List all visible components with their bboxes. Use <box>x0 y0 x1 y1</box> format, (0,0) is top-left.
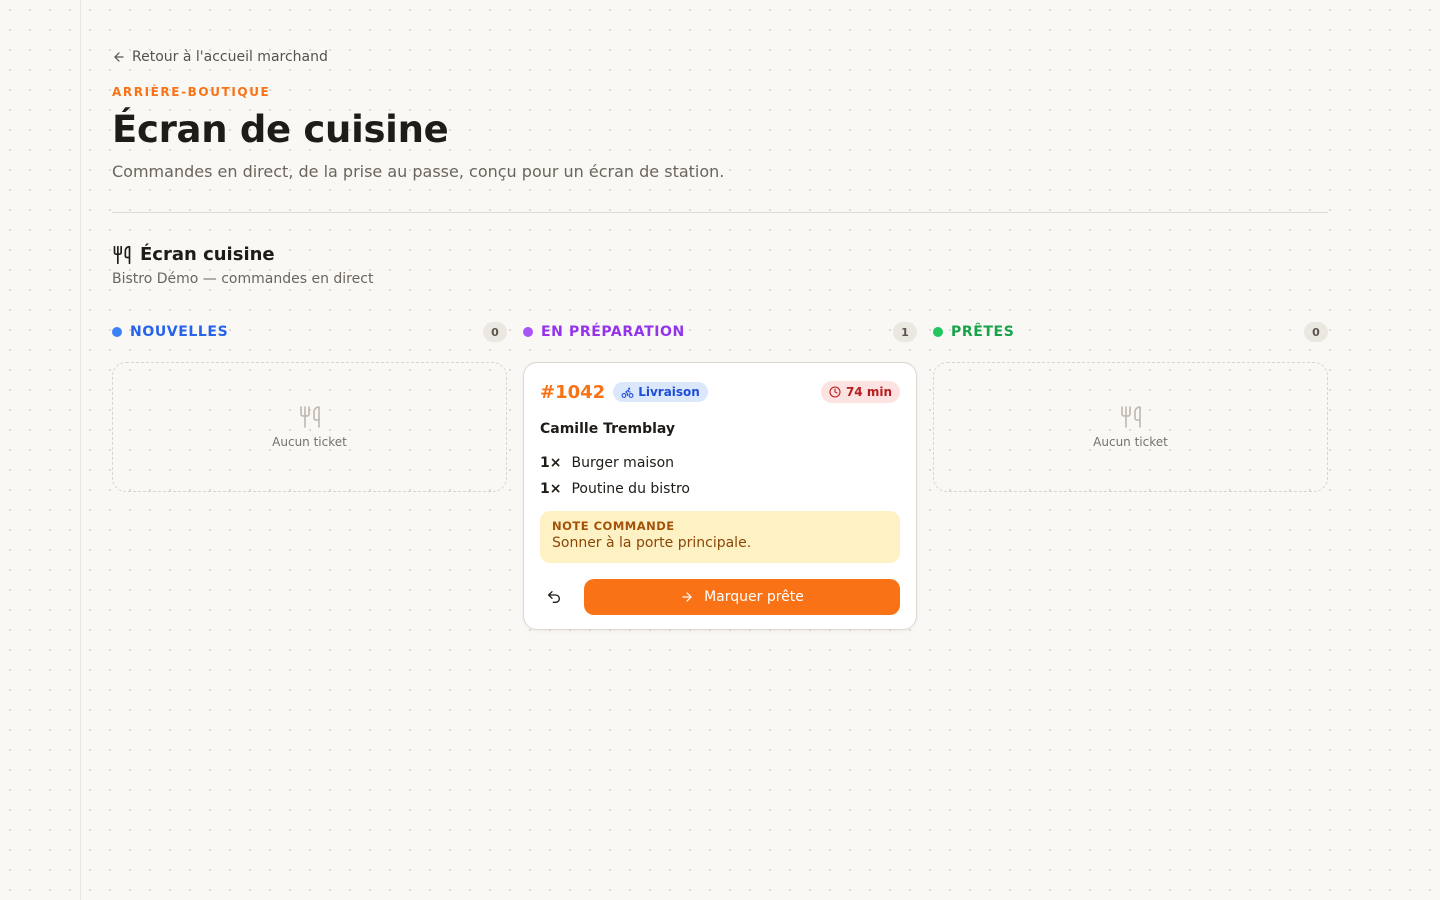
back-link-label: Retour à l'accueil marchand <box>132 49 328 65</box>
column-title: EN PRÉPARATION <box>541 324 685 340</box>
utensils-icon <box>299 406 320 428</box>
column-title: NOUVELLES <box>130 324 229 340</box>
column-pretes: PRÊTES 0 Aucun ticket <box>933 320 1328 492</box>
undo-icon <box>548 591 560 603</box>
order-note-text: Sonner à la porte principale. <box>552 535 752 551</box>
empty-state-text: Aucun ticket <box>272 435 347 449</box>
order-item: 1× Poutine du bistro <box>540 476 900 502</box>
elapsed-time-badge: 74 min <box>820 381 900 403</box>
arrow-left-icon <box>114 52 124 62</box>
sidebar-rail <box>0 0 81 900</box>
column-header: NOUVELLES 0 <box>112 320 507 344</box>
arrow-right-icon <box>682 592 692 602</box>
column-header: EN PRÉPARATION 1 <box>523 320 917 344</box>
column-count-badge: 0 <box>1304 322 1328 342</box>
mark-ready-button[interactable]: Marquer prête <box>584 579 900 615</box>
order-number: #1042 <box>540 381 606 403</box>
column-count-badge: 0 <box>483 322 507 342</box>
section-header: Écran cuisine <box>112 244 275 265</box>
section-title: Écran cuisine <box>140 244 275 265</box>
mark-ready-label: Marquer prête <box>704 589 804 605</box>
column-title: PRÊTES <box>951 324 1015 340</box>
empty-state: Aucun ticket <box>112 362 507 492</box>
column-count-badge: 1 <box>893 322 917 342</box>
undo-button[interactable] <box>540 579 568 615</box>
order-note-label: NOTE COMMANDE <box>552 519 675 533</box>
status-dot <box>933 327 943 337</box>
empty-state-text: Aucun ticket <box>1093 435 1168 449</box>
order-type-badge: Livraison <box>613 382 708 402</box>
item-name: Poutine du bistro <box>571 481 690 497</box>
order-ticket: #1042 Livraison 74 min Camille Tremblay … <box>523 362 917 630</box>
page-subtitle: Commandes en direct, de la prise au pass… <box>112 162 725 181</box>
item-name: Burger maison <box>571 455 675 471</box>
elapsed-time-label: 74 min <box>845 385 892 399</box>
utensils-icon <box>113 245 131 264</box>
page-title: Écran de cuisine <box>112 108 449 151</box>
clock-icon <box>829 386 841 398</box>
ticket-actions: Marquer prête <box>540 579 900 615</box>
item-quantity: 1× <box>540 481 562 497</box>
order-item: 1× Burger maison <box>540 450 900 476</box>
page-eyebrow: ARRIÈRE-BOUTIQUE <box>112 85 271 99</box>
status-dot <box>112 327 122 337</box>
column-en-preparation: EN PRÉPARATION 1 #1042 Livraison 74 min … <box>523 320 917 630</box>
order-items: 1× Burger maison 1× Poutine du bistro <box>540 450 900 502</box>
back-link[interactable]: Retour à l'accueil marchand <box>112 49 328 65</box>
column-header: PRÊTES 0 <box>933 320 1328 344</box>
empty-state: Aucun ticket <box>933 362 1328 492</box>
section-subtitle: Bistro Démo — commandes en direct <box>112 271 374 287</box>
order-type-label: Livraison <box>638 385 700 399</box>
bike-icon <box>621 387 634 398</box>
status-dot <box>523 327 533 337</box>
customer-name: Camille Tremblay <box>540 421 676 437</box>
divider <box>112 212 1328 213</box>
item-quantity: 1× <box>540 455 562 471</box>
order-note: NOTE COMMANDE Sonner à la porte principa… <box>540 511 900 563</box>
utensils-icon <box>1120 406 1141 428</box>
column-nouvelles: NOUVELLES 0 Aucun ticket <box>112 320 507 492</box>
